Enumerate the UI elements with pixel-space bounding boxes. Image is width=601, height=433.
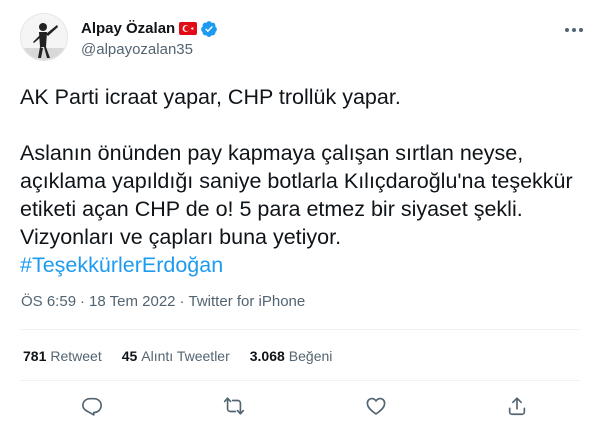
quote-stat[interactable]: 45 Alıntı Tweetler (122, 348, 230, 364)
tweet-actions (0, 392, 601, 420)
tweet-time[interactable]: ÖS 6:59 (21, 293, 76, 310)
heart-icon (366, 397, 386, 415)
avatar-image (21, 14, 67, 60)
like-button[interactable] (362, 392, 390, 420)
tweet-text-body: Aslanın önünden pay kapmaya çalışan sırt… (20, 141, 573, 249)
author-block: Alpay Özalan @alpayozalan35 (81, 19, 218, 58)
quote-label: Alıntı Tweetler (141, 348, 230, 364)
hashtag-link[interactable]: #TeşekkürlerErdoğan (20, 251, 580, 279)
like-stat[interactable]: 3.068 Beğeni (250, 348, 333, 364)
retweet-icon (223, 397, 245, 415)
tweet-date[interactable]: 18 Tem 2022 (89, 293, 175, 310)
verified-badge-icon (200, 20, 218, 38)
turkey-flag-icon (179, 22, 198, 35)
like-count: 3.068 (249, 348, 285, 364)
tweet-meta: ÖS 6:59 · 18 Tem 2022 · Twitter for iPho… (21, 293, 305, 310)
author-handle[interactable]: @alpayozalan35 (81, 41, 218, 58)
like-label: Beğeni (288, 348, 333, 364)
retweet-stat[interactable]: 781 Retweet (23, 348, 102, 364)
retweet-button[interactable] (220, 392, 248, 420)
retweet-count: 781 (23, 348, 47, 364)
quote-count: 45 (121, 348, 138, 364)
author-name-row: Alpay Özalan (81, 19, 218, 38)
meta-separator-2: · (179, 293, 185, 310)
tweet-source[interactable]: Twitter for iPhone (189, 293, 306, 310)
more-options-icon[interactable] (563, 23, 585, 37)
divider-bottom (20, 380, 580, 381)
tweet-stats: 781 Retweet 45 Alıntı Tweetler 3.068 Beğ… (23, 348, 352, 364)
divider-top (20, 329, 580, 330)
share-icon (508, 397, 526, 416)
meta-separator-1: · (80, 293, 86, 310)
author-name[interactable]: Alpay Özalan (81, 20, 175, 37)
share-button[interactable] (503, 392, 531, 420)
tweet-text-line1: AK Parti icraat yapar, CHP trollük yapar… (20, 85, 401, 109)
avatar[interactable] (20, 13, 68, 61)
tweet-card: Alpay Özalan @alpayozalan35 AK Parti icr… (0, 0, 601, 433)
tweet-text: AK Parti icraat yapar, CHP trollük yapar… (20, 83, 580, 279)
retweet-label: Retweet (50, 348, 102, 364)
reply-icon (82, 397, 102, 416)
reply-button[interactable] (78, 392, 106, 420)
